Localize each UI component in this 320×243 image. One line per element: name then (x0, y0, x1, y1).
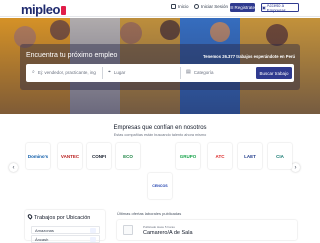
nav-home[interactable]: Inicio (171, 4, 189, 9)
building-icon: ▣ (262, 5, 266, 10)
location-placeholder: Lugar (113, 69, 126, 75)
company-card[interactable]: ATC (208, 143, 232, 169)
company-card[interactable]: CIA (268, 143, 292, 169)
company-logo: VANTEC (60, 153, 80, 159)
company-logo: ATC (215, 153, 225, 159)
keyword-placeholder: Ej: vendedor, practicante, ing (37, 69, 96, 75)
offers-title: Últimas ofertas laborales publicadas (117, 211, 182, 216)
company-card[interactable]: Domino's (26, 143, 50, 169)
company-card[interactable]: GRUPO (176, 143, 200, 169)
jobs-count-text: Tenemos 26.377 trabajos esperándote en P… (203, 54, 296, 59)
job-offer-date: Publicado Hace 5 horas (143, 225, 175, 229)
company-card[interactable]: ECO (116, 143, 140, 169)
logo-mark-icon (60, 6, 66, 15)
company-card[interactable]: CONFI (87, 143, 111, 169)
nav-home-label: Inicio (178, 4, 189, 9)
job-offer-logo (123, 225, 133, 235)
location-item[interactable]: Amazonas (31, 226, 100, 234)
company-logo: CIA (276, 153, 284, 159)
company-logo: GRUPO (179, 153, 197, 159)
search-form: ⌕ Ej: vendedor, practicante, ing ⌖ Lugar… (26, 64, 294, 82)
location-field[interactable]: ⌖ Lugar (108, 69, 125, 75)
register-button[interactable]: ☰ Registrate (230, 3, 255, 12)
location-count-badge (90, 228, 96, 233)
company-access-button[interactable]: ▣ Acceso a Empresas (261, 2, 299, 13)
home-icon (171, 4, 176, 9)
site-logo[interactable]: mipleo (21, 2, 66, 17)
company-access-label: Acceso a Empresas (266, 2, 286, 13)
search-icon: ⌕ (32, 69, 35, 75)
location-pin-icon: ⌖ (108, 69, 111, 75)
company-logo: CENCOS (152, 184, 168, 188)
register-icon: ☰ (229, 5, 234, 10)
search-jobs-button[interactable]: Buscar trabajo (256, 67, 292, 79)
location-label: Amazonas (35, 228, 54, 233)
companies-subtitle: Estas compañías están buscando talento a… (113, 133, 207, 137)
keyword-field[interactable]: ⌕ Ej: vendedor, practicante, ing (32, 69, 96, 75)
user-icon (194, 4, 199, 9)
company-logo: Domino's (27, 153, 49, 159)
nav-login-label: Iniciar Sesión (201, 4, 229, 9)
company-logo: CONFI (92, 153, 106, 159)
location-item[interactable]: Áncash (31, 235, 100, 243)
hero-title: Encuentra tu próximo empleo (26, 52, 118, 59)
category-icon: ▤ (186, 69, 191, 75)
companies-title: Empresas que confían en nosotros (113, 125, 207, 131)
company-card[interactable]: CENCOS (148, 173, 172, 199)
company-logo: ECO (123, 153, 133, 159)
job-offer-title[interactable]: Camarero/A de Sala (143, 230, 193, 236)
register-label: Registrate (234, 5, 256, 10)
company-card[interactable]: VANTEC (58, 143, 82, 169)
category-placeholder: Categoría (193, 69, 214, 75)
company-logo: LAET (244, 153, 256, 159)
top-navbar: mipleo Inicio Iniciar Sesión ☰ Registrat… (0, 0, 320, 17)
locations-title: Trabajos por Ubicación (34, 215, 91, 221)
company-card[interactable]: LAET (238, 143, 262, 169)
carousel-prev-icon[interactable]: ‹ (9, 163, 18, 172)
carousel-next-icon[interactable]: › (291, 163, 300, 172)
category-field[interactable]: ▤ Categoría (186, 69, 214, 75)
nav-login[interactable]: Iniciar Sesión (194, 4, 228, 9)
